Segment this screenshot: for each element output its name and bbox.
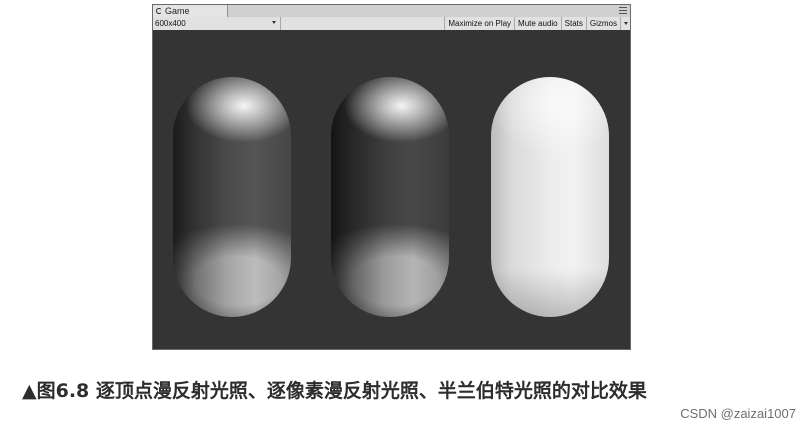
resolution-dropdown[interactable]: 600x400 bbox=[153, 17, 281, 30]
game-toolbar: 600x400 Maximize on Play Mute audio Stat… bbox=[153, 17, 630, 31]
tab-game-label: Game bbox=[165, 6, 190, 16]
maximize-on-play-button[interactable]: Maximize on Play bbox=[444, 17, 514, 30]
game-window: Game 600x400 Maximize on Play Mute audio… bbox=[152, 4, 631, 350]
gizmos-dropdown-icon[interactable] bbox=[620, 17, 630, 30]
game-viewport[interactable] bbox=[153, 30, 630, 349]
mute-audio-button[interactable]: Mute audio bbox=[514, 17, 561, 30]
watermark: CSDN @zaizai1007 bbox=[680, 406, 796, 421]
capsule-per-pixel-diffuse bbox=[331, 77, 449, 317]
game-icon bbox=[156, 8, 162, 14]
resolution-value: 600x400 bbox=[155, 19, 186, 28]
tab-menu-icon[interactable] bbox=[619, 7, 627, 14]
gizmos-button[interactable]: Gizmos bbox=[585, 17, 620, 30]
capsule-half-lambert bbox=[491, 77, 609, 317]
figure-caption: ▲图6.8 逐顶点漫反射光照、逐像素漫反射光照、半兰伯特光照的对比效果 bbox=[22, 380, 647, 402]
tab-game[interactable]: Game bbox=[153, 5, 228, 17]
capsule-per-vertex-diffuse bbox=[173, 77, 291, 317]
stats-button[interactable]: Stats bbox=[560, 17, 586, 30]
toolbar-buttons: Maximize on Play Mute audio Stats Gizmos bbox=[444, 17, 630, 30]
chevron-down-icon bbox=[272, 21, 276, 24]
